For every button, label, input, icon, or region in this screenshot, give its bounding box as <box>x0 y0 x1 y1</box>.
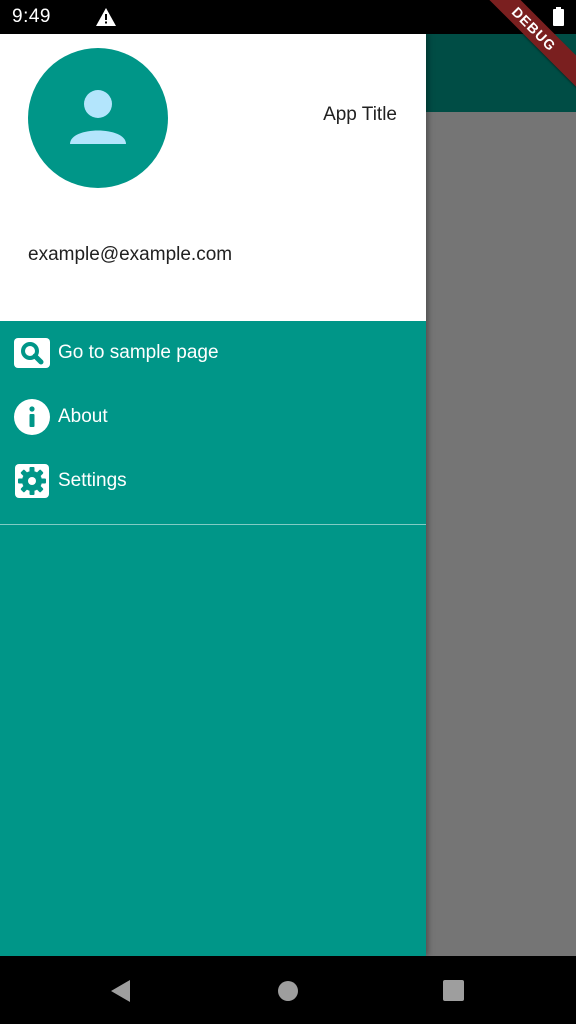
account-avatar[interactable] <box>28 48 168 188</box>
menu-item-label: About <box>58 406 108 427</box>
menu-item-about[interactable]: About <box>0 385 426 449</box>
menu-item-label: Go to sample page <box>58 342 219 363</box>
navigation-drawer: App Title example@example.com Go to samp… <box>0 34 426 956</box>
drawer-header: App Title example@example.com <box>0 34 426 321</box>
info-icon <box>14 399 50 435</box>
battery-icon <box>553 7 564 26</box>
menu-item-sample-page[interactable]: Go to sample page <box>0 321 426 385</box>
home-icon[interactable] <box>276 978 302 1004</box>
search-icon <box>14 338 50 368</box>
system-nav-bar <box>0 956 576 1024</box>
back-icon[interactable] <box>108 978 134 1004</box>
recents-icon[interactable] <box>443 978 469 1004</box>
status-time: 9:49 <box>12 6 51 27</box>
app-title: App Title <box>323 104 397 125</box>
menu-item-settings[interactable]: Settings <box>0 449 426 513</box>
status-bar: 9:49 <box>0 0 576 34</box>
drawer-menu: Go to sample page About Settings <box>0 321 426 513</box>
menu-item-label: Settings <box>58 470 127 491</box>
drawer-divider <box>0 524 426 525</box>
settings-icon <box>15 464 49 498</box>
person-icon <box>70 90 126 144</box>
warning-icon <box>96 8 116 26</box>
account-email: example@example.com <box>28 244 233 265</box>
